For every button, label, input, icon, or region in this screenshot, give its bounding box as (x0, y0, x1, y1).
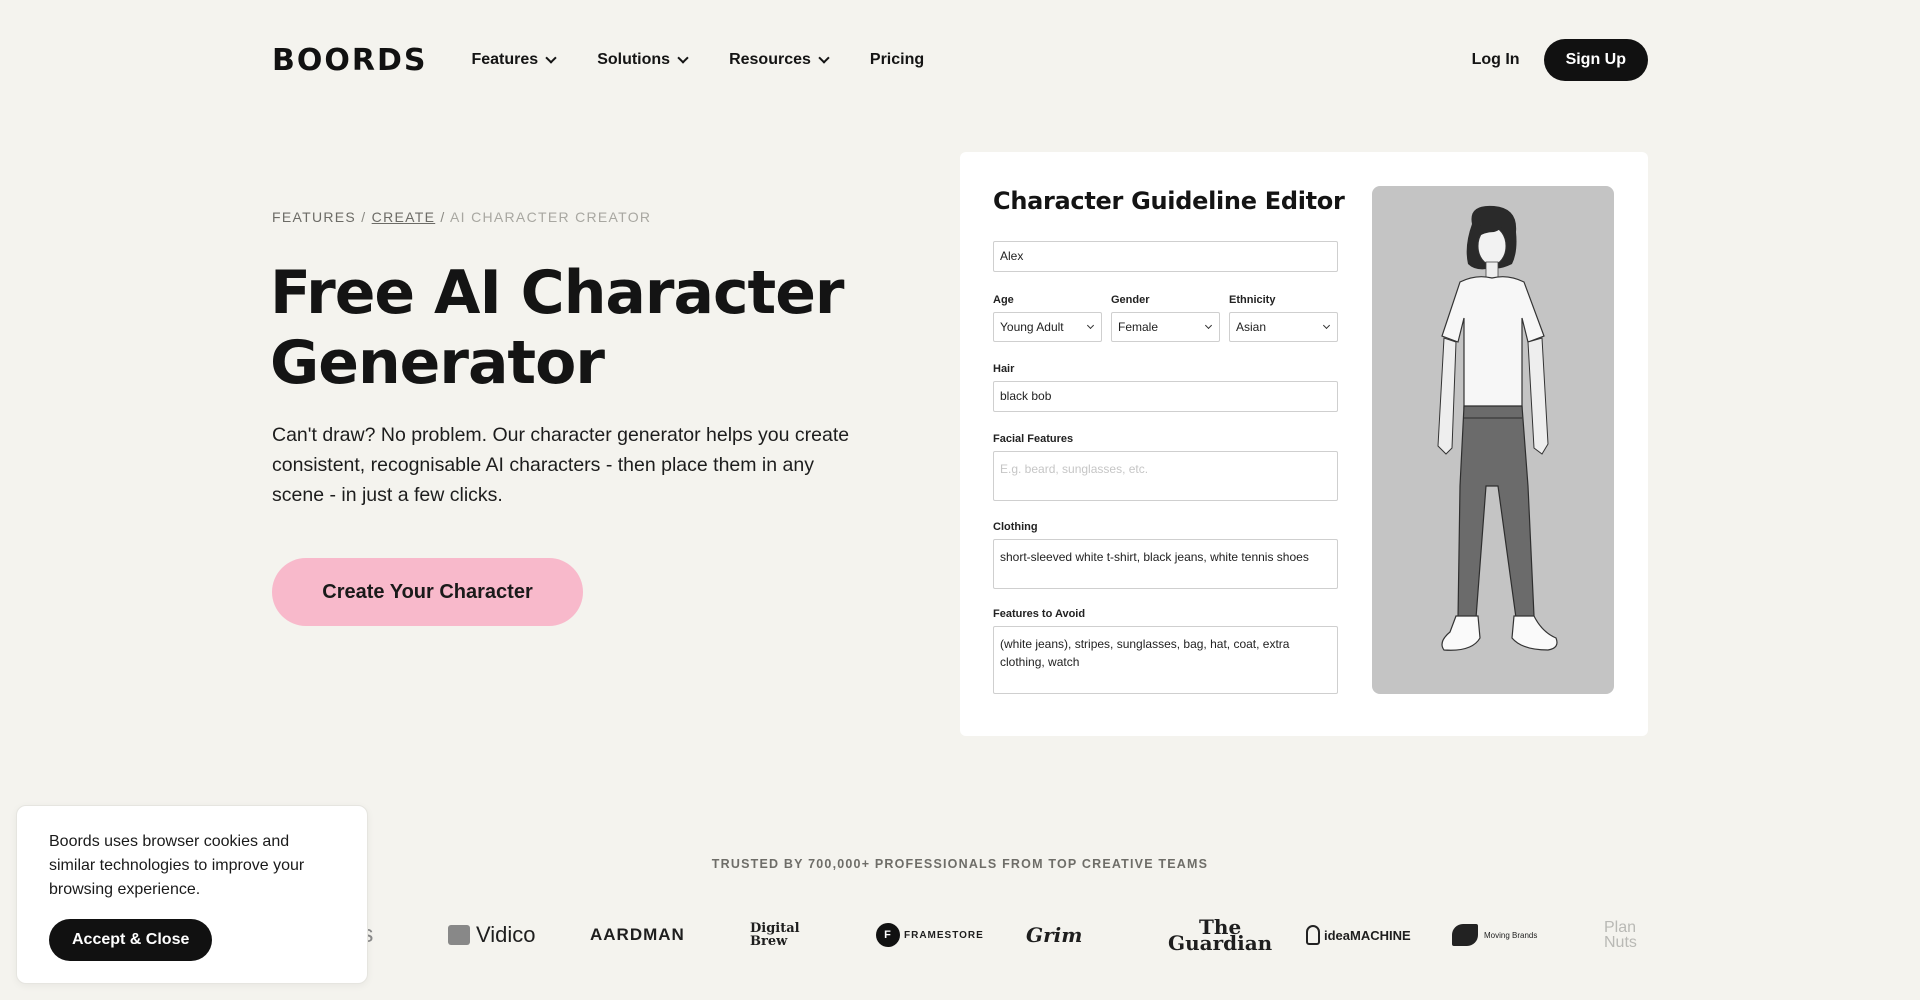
facial-features-label: Facial Features (993, 433, 1074, 445)
plan-nuts-logo: Plan Nuts (1604, 919, 1637, 951)
chevron-down-icon (1204, 321, 1213, 330)
breadcrumb-create[interactable]: Create (372, 209, 436, 225)
cookie-banner: Boords uses browser cookies and similar … (16, 805, 368, 984)
create-character-button[interactable]: Create Your Character (272, 558, 583, 626)
lightbulb-icon (1306, 925, 1320, 945)
idea-machine-logo: ideaMACHINE (1306, 915, 1411, 955)
moving-brands-logo: Moving Brands (1452, 915, 1537, 955)
framestore-logo-text: FRAMESTORE (904, 929, 984, 941)
chevron-down-icon (818, 51, 830, 64)
gender-select[interactable]: Female (1111, 312, 1220, 342)
play-icon (448, 925, 470, 945)
breadcrumb: Features / Create / AI Character Creator (272, 209, 651, 225)
features-to-avoid-field[interactable]: (white jeans), stripes, sunglasses, bag,… (993, 626, 1338, 694)
chevron-down-icon (677, 51, 689, 64)
breadcrumb-separator: / (440, 209, 446, 225)
page-title-line1: Free AI Character (270, 258, 845, 328)
breadcrumb-current: AI Character Creator (450, 209, 652, 225)
vidico-logo: Vidico (448, 915, 536, 955)
age-value: Young Adult (1000, 320, 1064, 334)
hair-label: Hair (993, 363, 1015, 375)
nav-features[interactable]: Features (471, 51, 557, 69)
aardman-logo: AARDMAN (590, 925, 685, 944)
signup-button[interactable]: Sign Up (1543, 39, 1648, 81)
nav-features-label: Features (471, 51, 539, 68)
chevron-down-icon (1086, 321, 1095, 330)
guardian-logo: The Guardian (1168, 915, 1273, 955)
ethnicity-select[interactable]: Asian (1229, 312, 1338, 342)
digital-brew-logo: Digital Brew (750, 921, 800, 949)
nav-solutions[interactable]: Solutions (597, 51, 689, 69)
chevron-down-icon (545, 51, 557, 64)
framestore-icon: F (876, 923, 900, 947)
boords-logo[interactable]: BOORDS (272, 43, 427, 78)
editor-title: Character Guideline Editor (993, 187, 1345, 215)
facial-features-field[interactable]: E.g. beard, sunglasses, etc. (993, 451, 1338, 501)
framestore-logo: F FRAMESTORE (876, 915, 984, 955)
character-editor-card: Character Guideline Editor Alex Age Gend… (960, 152, 1648, 736)
nav-solutions-label: Solutions (597, 51, 671, 68)
accept-close-button[interactable]: Accept & Close (49, 919, 213, 961)
cookie-text: Boords uses browser cookies and similar … (49, 833, 305, 898)
page-title-line2: Generator (270, 328, 605, 398)
character-illustration (1437, 205, 1558, 651)
hero-subtitle: Can't draw? No problem. Our character ge… (272, 424, 850, 506)
age-label: Age (993, 294, 1014, 306)
name-field[interactable]: Alex (993, 241, 1338, 272)
breadcrumb-separator: / (361, 209, 367, 225)
page-title: Free AI Character Generator (270, 258, 890, 398)
gender-label: Gender (1111, 294, 1150, 306)
features-to-avoid-label: Features to Avoid (993, 608, 1086, 620)
character-preview (1372, 186, 1614, 694)
age-select[interactable]: Young Adult (993, 312, 1102, 342)
grim-logo: Grim (1026, 923, 1083, 947)
vidico-logo-text: Vidico (476, 922, 536, 947)
nav-resources[interactable]: Resources (729, 51, 830, 69)
breadcrumb-features[interactable]: Features (272, 209, 356, 225)
moving-brands-logo-text: Moving Brands (1484, 930, 1538, 940)
idea-machine-logo-text: ideaMACHINE (1324, 927, 1411, 943)
nav-pricing[interactable]: Pricing (870, 51, 924, 69)
moving-brands-icon (1452, 924, 1478, 946)
gender-value: Female (1118, 320, 1159, 334)
ethnicity-label: Ethnicity (1229, 294, 1276, 306)
ethnicity-value: Asian (1236, 320, 1267, 334)
login-link[interactable]: Log In (1472, 51, 1520, 69)
hair-field[interactable]: black bob (993, 381, 1338, 412)
clothing-field[interactable]: short-sleeved white t-shirt, black jeans… (993, 539, 1338, 589)
nav-pricing-label: Pricing (869, 51, 925, 68)
top-nav: BOORDS Features Solutions Resources Pric… (272, 39, 1648, 81)
nav-resources-label: Resources (729, 51, 811, 68)
clothing-label: Clothing (993, 521, 1038, 533)
chevron-down-icon (1322, 321, 1331, 330)
